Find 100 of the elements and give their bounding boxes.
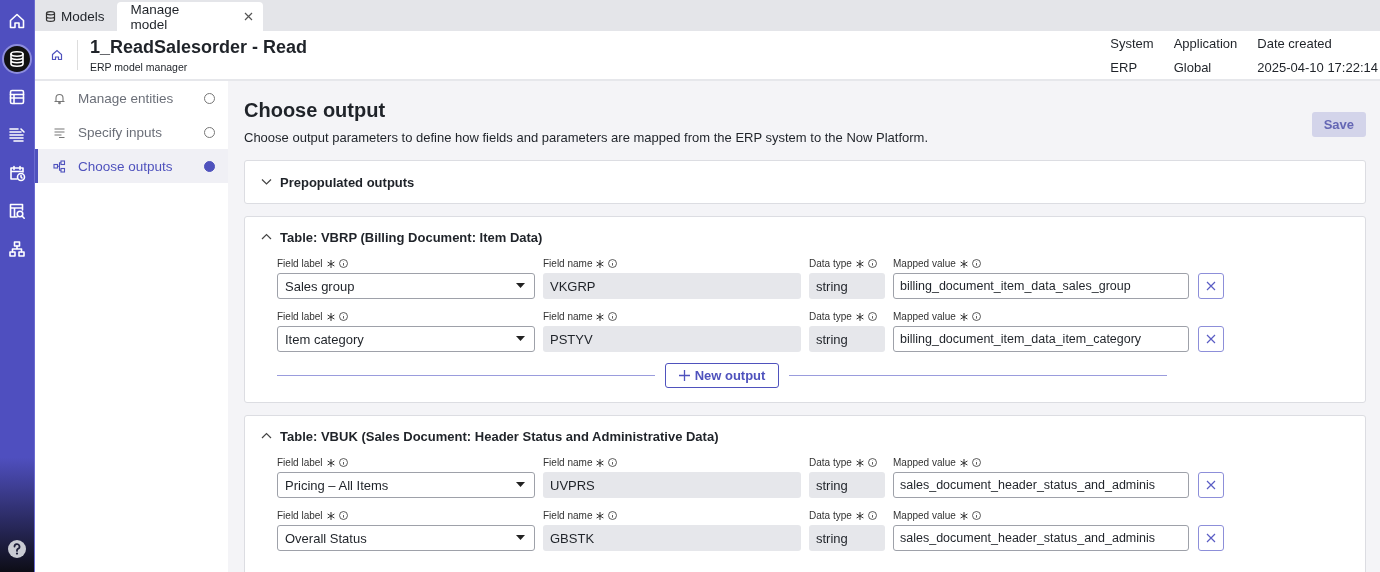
info-icon[interactable]	[867, 458, 877, 467]
info-icon[interactable]	[971, 259, 981, 268]
meta-label: Date created	[1257, 35, 1333, 51]
chevron-icon[interactable]	[261, 432, 272, 440]
database-icon	[45, 11, 56, 22]
close-icon[interactable]	[243, 12, 253, 21]
field-label: Field name	[543, 510, 593, 521]
table-search-icon[interactable]	[8, 202, 26, 220]
required-icon	[855, 259, 864, 268]
required-icon	[959, 511, 968, 520]
required-icon	[596, 458, 605, 467]
section-title: Prepopulated outputs	[280, 174, 415, 190]
info-icon[interactable]	[971, 511, 981, 520]
home-icon[interactable]	[51, 49, 63, 61]
readonly-field: string	[809, 525, 885, 551]
required-icon	[326, 458, 335, 467]
info-icon[interactable]	[608, 259, 618, 268]
required-icon	[855, 312, 864, 321]
required-icon	[596, 312, 605, 321]
dropdown-field[interactable]: Overall Status	[277, 525, 535, 551]
hierarchy-icon[interactable]	[8, 240, 26, 258]
info-icon[interactable]	[338, 458, 348, 467]
field-label: Field label	[277, 258, 323, 269]
info-icon[interactable]	[338, 312, 348, 321]
readonly-field: string	[809, 472, 885, 498]
info-icon[interactable]	[338, 511, 348, 520]
new-output-button[interactable]: New output	[664, 363, 780, 388]
layers-icon[interactable]	[8, 126, 26, 144]
calendar-clock-icon[interactable]	[8, 164, 26, 182]
chevron-icon[interactable]	[261, 233, 272, 241]
required-icon	[855, 458, 864, 467]
required-icon	[855, 511, 864, 520]
remove-button[interactable]	[1198, 326, 1224, 352]
remove-button[interactable]	[1198, 525, 1224, 551]
input-field[interactable]: billing_document_item_data_sales_group	[893, 273, 1189, 299]
field-label: Field label	[277, 311, 323, 322]
meta-label: System	[1110, 35, 1154, 51]
meta-value: ERP	[1110, 59, 1139, 75]
dropdown-field[interactable]: Pricing – All Items	[277, 472, 535, 498]
field-label: Mapped value	[893, 258, 956, 269]
required-icon	[326, 312, 335, 321]
info-icon[interactable]	[608, 458, 618, 467]
readonly-field: PSTYV	[543, 326, 801, 352]
caret-icon	[516, 336, 525, 342]
field-label: Field label	[277, 510, 323, 521]
required-icon	[959, 458, 968, 467]
required-icon	[596, 259, 605, 268]
meta-value: Global	[1173, 59, 1213, 75]
input-field[interactable]: sales_document_header_status_and_adminis	[893, 525, 1189, 551]
field-label: Data type	[809, 457, 852, 468]
field-label: Mapped value	[893, 311, 956, 322]
info-icon[interactable]	[971, 458, 981, 467]
close-icon	[1206, 334, 1216, 344]
input-field[interactable]: billing_document_item_data_item_category	[893, 326, 1189, 352]
close-icon	[1206, 480, 1216, 490]
field-label: Data type	[809, 510, 852, 521]
tab[interactable]: Manage model	[116, 2, 263, 31]
dropdown-field[interactable]: Sales group	[277, 273, 535, 299]
readonly-field: GBSTK	[543, 525, 801, 551]
section-title: Table: VBRP (Billing Document: Item Data)	[280, 229, 543, 245]
info-icon[interactable]	[971, 312, 981, 321]
info-icon[interactable]	[867, 511, 877, 520]
step-item[interactable]: Choose outputs	[35, 149, 228, 183]
info-icon[interactable]	[867, 312, 877, 321]
step-item[interactable]: Manage entities	[35, 81, 228, 115]
field-label: Field name	[543, 457, 593, 468]
readonly-field: VKGRP	[543, 273, 801, 299]
field-label: Field name	[543, 258, 593, 269]
field-label: Data type	[809, 258, 852, 269]
database-icon[interactable]	[8, 50, 26, 68]
help-icon[interactable]	[7, 539, 27, 559]
list-icon[interactable]	[8, 88, 26, 106]
remove-button[interactable]	[1198, 472, 1224, 498]
required-icon	[326, 511, 335, 520]
required-icon	[959, 312, 968, 321]
section-heading: Choose output	[244, 99, 387, 122]
page-subtitle: ERP model manager	[90, 61, 189, 73]
nodes-icon	[53, 159, 66, 173]
input-field[interactable]: sales_document_header_status_and_adminis	[893, 472, 1189, 498]
info-icon[interactable]	[338, 259, 348, 268]
page-title: 1_ReadSalesorder - Read	[90, 37, 308, 58]
info-icon[interactable]	[867, 259, 877, 268]
step-item[interactable]: Specify inputs	[35, 115, 228, 149]
field-label: Mapped value	[893, 457, 956, 468]
readonly-field: string	[809, 273, 885, 299]
dropdown-field[interactable]: Item category	[277, 326, 535, 352]
field-label: Data type	[809, 311, 852, 322]
tab[interactable]: Models	[39, 2, 113, 31]
chevron-icon[interactable]	[261, 178, 272, 186]
caret-icon	[516, 283, 525, 289]
info-icon[interactable]	[608, 511, 618, 520]
bell-icon	[53, 91, 66, 105]
info-icon[interactable]	[608, 312, 618, 321]
meta-label: Application	[1173, 35, 1238, 51]
meta-value: 2025-04-10 17:22:14	[1257, 59, 1378, 75]
required-icon	[959, 259, 968, 268]
readonly-field: string	[809, 326, 885, 352]
caret-icon	[516, 482, 525, 488]
remove-button[interactable]	[1198, 273, 1224, 299]
caret-icon	[516, 535, 525, 541]
